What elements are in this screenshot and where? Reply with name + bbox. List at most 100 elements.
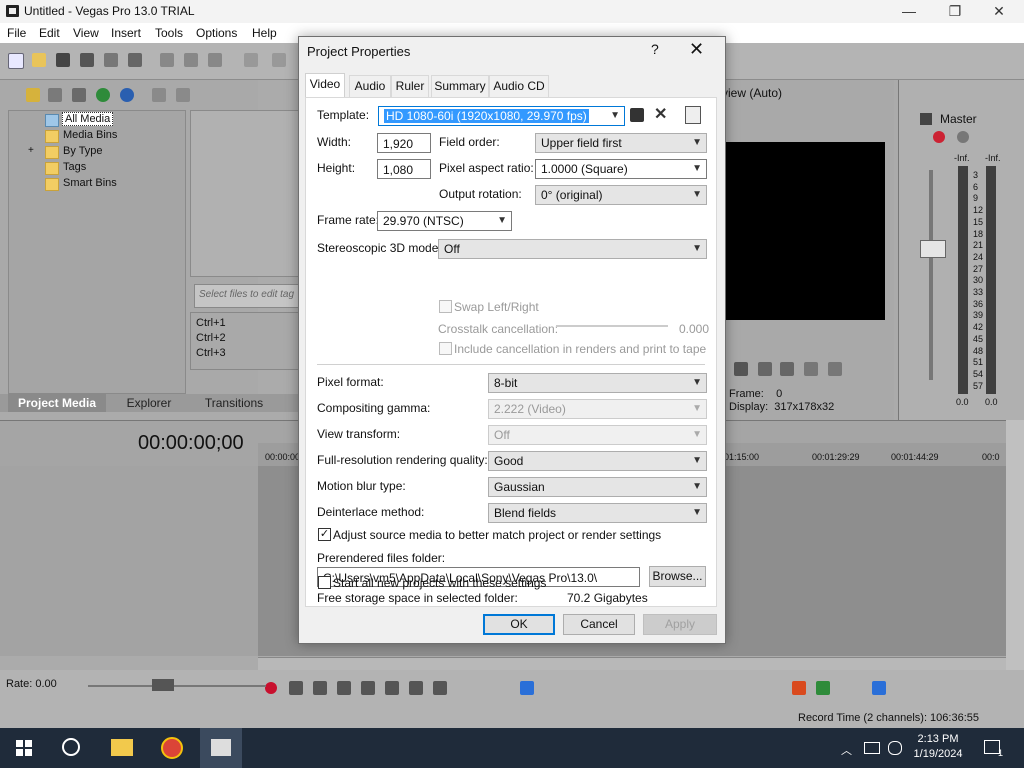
tree-item-all-media[interactable]: All Media <box>62 112 114 126</box>
chrome-icon[interactable] <box>161 737 183 759</box>
system-clock[interactable]: 2:13 PM 1/19/2024 <box>908 732 968 762</box>
next-frame-icon[interactable] <box>780 362 794 376</box>
go-to-start-icon[interactable] <box>409 681 423 695</box>
adjust-source-checkbox[interactable]: ✓ <box>318 528 331 541</box>
network-icon[interactable] <box>864 742 880 754</box>
tree-item-by-type[interactable]: By Type <box>63 145 103 157</box>
menu-view[interactable]: View <box>73 26 99 40</box>
field-order-select[interactable]: Upper field first ▼ <box>535 133 707 153</box>
menu-insert[interactable]: Insert <box>111 26 141 40</box>
chevron-up-icon[interactable]: ︿ <box>841 742 852 758</box>
mute-icon[interactable] <box>957 131 969 143</box>
render-icon[interactable] <box>104 53 118 67</box>
windows-start-icon[interactable] <box>16 740 32 756</box>
help-button[interactable]: ? <box>651 41 659 57</box>
compositing-gamma-select[interactable]: 2.222 (Video) ▼ <box>488 399 707 419</box>
play-from-start-icon[interactable] <box>313 681 327 695</box>
play-icon[interactable] <box>337 681 351 695</box>
cancel-button[interactable]: Cancel <box>563 614 635 635</box>
media-properties-icon[interactable] <box>176 88 190 102</box>
include-cancellation-checkbox[interactable] <box>439 342 452 355</box>
undo-icon[interactable] <box>244 53 258 67</box>
maximize-button[interactable]: ❐ <box>932 0 978 23</box>
marker-icon[interactable] <box>792 681 806 695</box>
template-select[interactable]: HD 1080-60i (1920x1080, 29.970 fps) ▼ <box>378 106 625 126</box>
motion-blur-select[interactable]: Gaussian ▼ <box>488 477 707 497</box>
stereo-3d-select[interactable]: Off ▼ <box>438 239 707 259</box>
tab-explorer[interactable]: Explorer <box>112 394 186 412</box>
auto-ripple-icon[interactable] <box>872 681 886 695</box>
timeline-horizontal-scrollbar[interactable] <box>258 657 1006 671</box>
master-fader-handle[interactable] <box>920 240 946 258</box>
new-project-icon[interactable] <box>8 53 24 69</box>
height-input[interactable]: 1,080 <box>377 159 431 179</box>
output-rotation-select[interactable]: 0° (original) ▼ <box>535 185 707 205</box>
open-folder-icon[interactable] <box>32 53 46 67</box>
frame-rate-select[interactable]: 29.970 (NTSC) ▼ <box>377 211 512 231</box>
tree-item-tags[interactable]: Tags <box>63 161 86 173</box>
copy-icon[interactable] <box>184 53 198 67</box>
volume-icon[interactable] <box>888 741 902 755</box>
tree-item-smart-bins[interactable]: Smart Bins <box>63 177 117 189</box>
search-icon[interactable] <box>62 738 80 756</box>
tab-transitions[interactable]: Transitions <box>192 394 276 412</box>
menu-options[interactable]: Options <box>196 26 237 40</box>
pixel-aspect-select[interactable]: 1.0000 (Square) ▼ <box>535 159 707 179</box>
file-explorer-icon[interactable] <box>111 739 133 756</box>
tab-ruler[interactable]: Ruler <box>391 75 429 97</box>
rewind-icon[interactable] <box>804 362 818 376</box>
import-media-icon[interactable] <box>26 88 40 102</box>
close-window-button[interactable]: ✕ <box>976 0 1022 23</box>
menu-file[interactable]: File <box>7 26 26 40</box>
cut-icon[interactable] <box>160 53 174 67</box>
remove-media-icon[interactable] <box>152 88 166 102</box>
pause-icon[interactable] <box>361 681 375 695</box>
deinterlace-select[interactable]: Blend fields ▼ <box>488 503 707 523</box>
search-media-icon[interactable] <box>120 88 134 102</box>
tree-item-media-bins[interactable]: Media Bins <box>63 129 117 141</box>
prev-frame-icon[interactable] <box>758 362 772 376</box>
crosstalk-slider[interactable] <box>556 325 668 327</box>
width-input[interactable]: 1,920 <box>377 133 431 153</box>
tab-audio[interactable]: Audio <box>349 75 391 97</box>
capture-icon[interactable] <box>48 88 62 102</box>
pixel-format-select[interactable]: 8-bit ▼ <box>488 373 707 393</box>
view-transform-select[interactable]: Off ▼ <box>488 425 707 445</box>
browse-button[interactable]: Browse... <box>649 566 706 587</box>
menu-edit[interactable]: Edit <box>39 26 60 40</box>
stop-transport-icon[interactable] <box>385 681 399 695</box>
rate-slider-handle[interactable] <box>152 679 174 691</box>
dialog-close-button[interactable]: ✕ <box>689 39 704 60</box>
tag-search-input[interactable]: Select files to edit tag <box>194 284 306 308</box>
web-media-icon[interactable] <box>96 88 110 102</box>
media-list-pane[interactable] <box>190 110 302 277</box>
render-quality-select[interactable]: Good ▼ <box>488 451 707 471</box>
menu-help[interactable]: Help <box>252 26 277 40</box>
record-icon[interactable] <box>265 682 277 694</box>
region-icon[interactable] <box>816 681 830 695</box>
tab-project-media[interactable]: Project Media <box>8 394 106 412</box>
save-template-icon[interactable] <box>630 108 644 122</box>
tab-video[interactable]: Video <box>305 73 345 97</box>
preview-quality-label[interactable]: view (Auto) <box>722 86 782 100</box>
tab-audio-cd[interactable]: Audio CD <box>489 75 549 97</box>
save-as-icon[interactable] <box>80 53 94 67</box>
expand-toggle-icon[interactable]: + <box>28 145 34 156</box>
apply-button[interactable]: Apply <box>643 614 717 635</box>
vegas-taskbar-button[interactable] <box>200 728 242 768</box>
timeline-vertical-scrollbar[interactable] <box>1006 420 1024 676</box>
stop-icon[interactable] <box>734 362 748 376</box>
tab-summary[interactable]: Summary <box>431 75 489 97</box>
edit-tool-icon[interactable] <box>520 681 534 695</box>
get-media-icon[interactable] <box>72 88 86 102</box>
match-media-settings-icon[interactable] <box>685 106 701 124</box>
delete-template-icon[interactable]: ✕ <box>654 104 667 124</box>
menu-tools[interactable]: Tools <box>155 26 183 40</box>
properties-icon[interactable] <box>128 53 142 67</box>
redo-icon[interactable] <box>272 53 286 67</box>
save-icon[interactable] <box>56 53 70 67</box>
paste-icon[interactable] <box>208 53 222 67</box>
fast-forward-icon[interactable] <box>828 362 842 376</box>
start-all-new-projects-checkbox[interactable] <box>318 576 331 589</box>
loop-icon[interactable] <box>289 681 303 695</box>
